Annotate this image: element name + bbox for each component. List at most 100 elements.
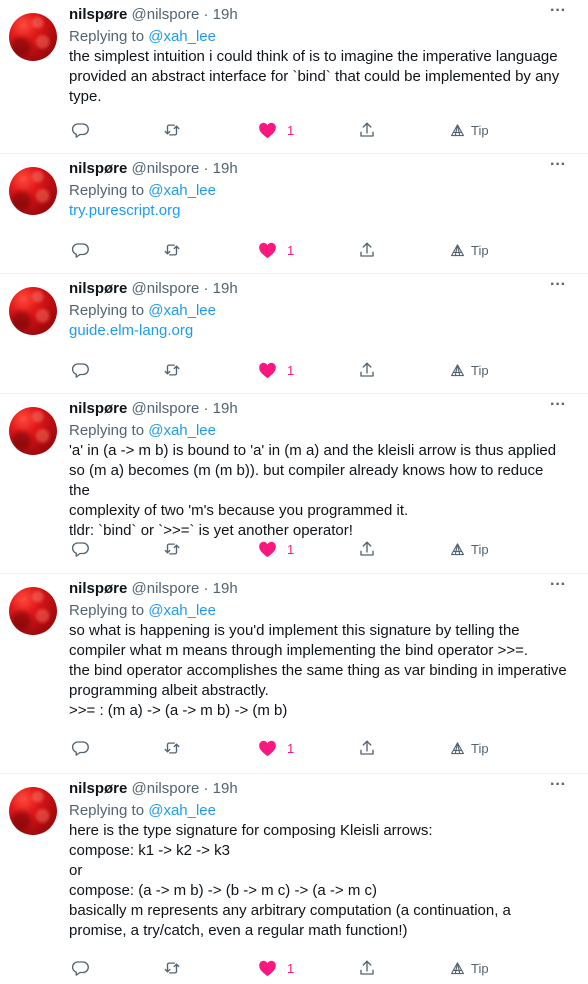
like-count: 1 [287, 122, 295, 138]
timestamp[interactable]: 19h [213, 160, 238, 177]
timestamp[interactable]: 19h [213, 280, 238, 297]
like-button[interactable]: 1 [258, 538, 294, 560]
reply-button[interactable] [71, 119, 89, 141]
share-button[interactable] [358, 239, 376, 261]
reply-button[interactable] [71, 239, 89, 261]
tip-label: Tip [471, 960, 489, 976]
mention-link[interactable]: @xah_lee [148, 422, 216, 439]
tweet-actions: 1 Tip [69, 737, 569, 759]
author-name[interactable]: nilspøre [69, 6, 127, 23]
tweet-text: the simplest intuition i could think of … [69, 48, 560, 105]
mention-link[interactable]: @xah_lee [148, 182, 216, 199]
mention-link[interactable]: @xah_lee [148, 602, 216, 619]
retweet-icon [162, 540, 182, 558]
tip-label: Tip [471, 541, 489, 557]
mention-link[interactable]: @xah_lee [148, 802, 216, 819]
tweet-text: here is the type signature for composing… [69, 822, 511, 939]
reply-button[interactable] [71, 359, 89, 381]
replying-to: Replying to @xah_lee [69, 601, 568, 621]
more-icon[interactable]: ··· [548, 777, 568, 799]
retweet-button[interactable] [162, 119, 182, 141]
avatar[interactable] [9, 407, 57, 455]
retweet-button[interactable] [162, 359, 182, 381]
author-name[interactable]: nilspøre [69, 400, 127, 417]
tip-button[interactable]: Tip [450, 359, 489, 381]
share-button[interactable] [358, 957, 376, 979]
more-icon[interactable]: ··· [548, 157, 568, 179]
tweet[interactable]: nilspøre @nilspore · 19h ··· Replying to… [0, 274, 588, 394]
share-icon [358, 739, 376, 757]
tweet-link[interactable]: guide.elm-lang.org [69, 321, 568, 341]
reply-button[interactable] [71, 957, 89, 979]
like-button[interactable]: 1 [258, 737, 294, 759]
mention-link[interactable]: @xah_lee [148, 28, 216, 45]
tip-button[interactable]: Tip [450, 957, 489, 979]
tweet[interactable]: nilspøre @nilspore · 19h ··· Replying to… [0, 0, 588, 154]
tip-button[interactable]: Tip [450, 119, 489, 141]
timestamp[interactable]: 19h [213, 6, 238, 23]
timestamp[interactable]: 19h [213, 580, 238, 597]
tip-button[interactable]: Tip [450, 239, 489, 261]
avatar[interactable] [9, 787, 57, 835]
retweet-icon [162, 121, 182, 139]
heart-icon [258, 959, 277, 977]
author-handle[interactable]: @nilspore [132, 280, 200, 297]
share-button[interactable] [358, 538, 376, 560]
author-name[interactable]: nilspøre [69, 580, 127, 597]
more-icon[interactable]: ··· [548, 577, 568, 599]
author-handle[interactable]: @nilspore [132, 580, 200, 597]
more-icon[interactable]: ··· [548, 3, 568, 25]
tweet[interactable]: nilspøre @nilspore · 19h ··· Replying to… [0, 394, 588, 574]
avatar[interactable] [9, 167, 57, 215]
more-icon[interactable]: ··· [548, 277, 568, 299]
retweet-button[interactable] [162, 957, 182, 979]
author-name[interactable]: nilspøre [69, 160, 127, 177]
retweet-button[interactable] [162, 239, 182, 261]
author-name[interactable]: nilspøre [69, 780, 127, 797]
retweet-button[interactable] [162, 538, 182, 560]
tweet[interactable]: nilspøre @nilspore · 19h ··· Replying to… [0, 774, 588, 984]
author-handle[interactable]: @nilspore [132, 6, 200, 23]
tweet-actions: 1 Tip [69, 359, 569, 381]
author-handle[interactable]: @nilspore [132, 400, 200, 417]
avatar[interactable] [9, 587, 57, 635]
like-button[interactable]: 1 [258, 119, 294, 141]
timestamp[interactable]: 19h [213, 780, 238, 797]
author-handle[interactable]: @nilspore [132, 780, 200, 797]
replying-prefix: Replying to [69, 302, 149, 319]
author-name[interactable]: nilspøre [69, 280, 127, 297]
tweet-content: nilspøre @nilspore · 19h ··· Replying to… [69, 157, 568, 221]
mention-link[interactable]: @xah_lee [148, 302, 216, 319]
timestamp[interactable]: 19h [213, 400, 238, 417]
heart-icon [258, 361, 277, 379]
retweet-icon [162, 361, 182, 379]
like-count: 1 [287, 960, 295, 976]
like-button[interactable]: 1 [258, 957, 294, 979]
retweet-button[interactable] [162, 737, 182, 759]
tweet-link[interactable]: try.purescript.org [69, 201, 568, 221]
tip-button[interactable]: Tip [450, 538, 489, 560]
reply-icon [71, 121, 89, 139]
like-count: 1 [287, 242, 295, 258]
avatar[interactable] [9, 13, 57, 61]
avatar[interactable] [9, 287, 57, 335]
reply-button[interactable] [71, 737, 89, 759]
share-button[interactable] [358, 119, 376, 141]
heart-icon [258, 739, 277, 757]
more-icon[interactable]: ··· [548, 397, 568, 419]
like-button[interactable]: 1 [258, 239, 294, 261]
reply-icon [71, 959, 89, 977]
tip-button[interactable]: Tip [450, 737, 489, 759]
reply-button[interactable] [71, 538, 89, 560]
like-count: 1 [287, 541, 295, 557]
separator-dot: · [203, 6, 209, 23]
author-handle[interactable]: @nilspore [132, 160, 200, 177]
tweet[interactable]: nilspøre @nilspore · 19h ··· Replying to… [0, 574, 588, 774]
retweet-icon [162, 241, 182, 259]
share-button[interactable] [358, 737, 376, 759]
like-button[interactable]: 1 [258, 359, 294, 381]
share-button[interactable] [358, 359, 376, 381]
separator-dot: · [203, 400, 209, 417]
tip-icon [450, 363, 465, 378]
tweet[interactable]: nilspøre @nilspore · 19h ··· Replying to… [0, 154, 588, 274]
